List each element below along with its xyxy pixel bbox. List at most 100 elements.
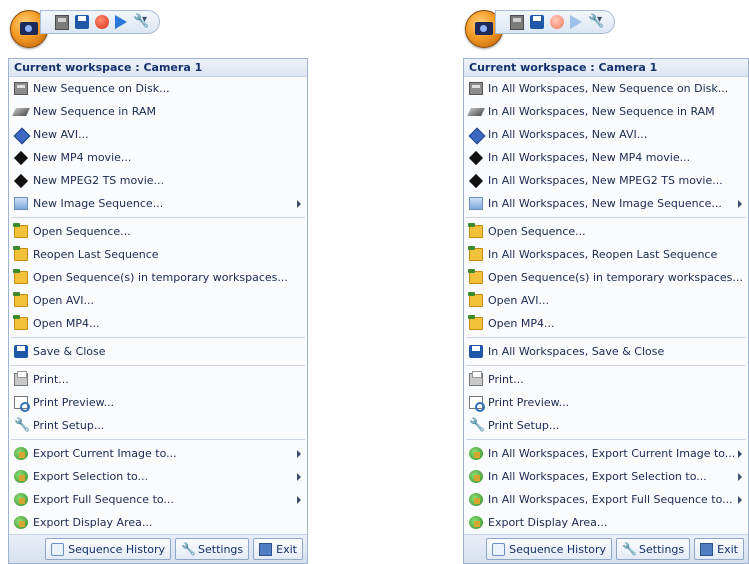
menu-item-new-mpeg2-ts-movie[interactable]: New MPEG2 TS movie... [9, 169, 307, 192]
customize-toolbar-dropdown-icon[interactable]: ▾ [597, 14, 602, 25]
export-icon [14, 516, 28, 529]
menu-item-open-mp4[interactable]: Open MP4... [9, 312, 307, 335]
menu-item-open-sequence[interactable]: Open Sequence... [9, 220, 307, 243]
disk-icon[interactable] [510, 14, 524, 30]
menu-item-new-mp4-movie[interactable]: New MP4 movie... [9, 146, 307, 169]
save-icon[interactable] [75, 15, 89, 29]
menu-item-new-image-sequence[interactable]: New Image Sequence... [9, 192, 307, 215]
menu-item-open-sequence-s-in-temporary-workspaces[interactable]: Open Sequence(s) in temporary workspaces… [464, 266, 748, 289]
menu-item-in-all-workspaces-export-selection-to[interactable]: In All Workspaces, Export Selection to..… [464, 465, 748, 488]
menu-item-label: In All Workspaces, Reopen Last Sequence [488, 248, 718, 261]
menu-item-print-preview[interactable]: Print Preview... [9, 391, 307, 414]
menu-item-in-all-workspaces-export-full-sequence-to[interactable]: In All Workspaces, Export Full Sequence … [464, 488, 748, 511]
menu-item-in-all-workspaces-new-mp4-movie[interactable]: In All Workspaces, New MP4 movie... [464, 146, 748, 169]
open-folder-icon [13, 223, 28, 238]
menu-item-print[interactable]: Print... [9, 368, 307, 391]
menu-item-export-display-area[interactable]: Export Display Area... [464, 511, 748, 534]
ram-icon [467, 108, 485, 116]
menu-item-label: Open MP4... [488, 317, 555, 330]
menu-item-open-avi[interactable]: Open AVI... [464, 289, 748, 312]
quick-access-toolbar: 🔧 ▾ [463, 2, 749, 58]
record-icon[interactable] [95, 15, 109, 29]
menu-header: Current workspace : Camera 1 [9, 59, 307, 77]
menu-item-in-all-workspaces-new-avi[interactable]: In All Workspaces, New AVI... [464, 123, 748, 146]
menu-item-label: Print... [33, 373, 69, 386]
menu-separator [466, 439, 746, 440]
menu-item-new-avi[interactable]: New AVI... [9, 123, 307, 146]
disk-icon [469, 82, 483, 95]
menu-item-in-all-workspaces-new-mpeg2-ts-movie[interactable]: In All Workspaces, New MPEG2 TS movie... [464, 169, 748, 192]
quick-access-toolbar: 🔧 ▾ [8, 2, 308, 58]
menu-header: Current workspace : Camera 1 [464, 59, 748, 77]
folder-icon [13, 269, 28, 284]
file-menu: Current workspace : Camera 1 New Sequenc… [8, 58, 308, 564]
menu-item-print-preview[interactable]: Print Preview... [464, 391, 748, 414]
ram-icon [12, 108, 30, 116]
menu-item-in-all-workspaces-save-close[interactable]: In All Workspaces, Save & Close [464, 340, 748, 363]
menu-item-open-avi[interactable]: Open AVI... [9, 289, 307, 312]
menu-item-print[interactable]: Print... [464, 368, 748, 391]
menu-item-label: Save & Close [33, 345, 106, 358]
menu-item-label: Print Preview... [33, 396, 115, 409]
sequence-history-button[interactable]: Sequence History [486, 538, 613, 560]
menu-item-new-sequence-on-disk[interactable]: New Sequence on Disk... [9, 77, 307, 100]
settings-button[interactable]: 🔧 Settings [616, 538, 691, 560]
print-setup-icon: 🔧 [14, 418, 31, 433]
record-icon[interactable] [550, 15, 564, 29]
menu-item-label: Reopen Last Sequence [33, 248, 159, 261]
menu-item-print-setup[interactable]: 🔧 Print Setup... [464, 414, 748, 437]
menu-item-label: New Sequence on Disk... [33, 82, 170, 95]
menu-item-export-display-area[interactable]: Export Display Area... [9, 511, 307, 534]
exit-button[interactable]: Exit [694, 538, 744, 560]
play-icon[interactable] [115, 15, 127, 29]
disk-icon[interactable] [55, 14, 69, 30]
menu-item-print-setup[interactable]: 🔧 Print Setup... [9, 414, 307, 437]
file-menu: Current workspace : Camera 1 In All Work… [463, 58, 749, 564]
menu-item-in-all-workspaces-new-sequence-on-disk[interactable]: In All Workspaces, New Sequence on Disk.… [464, 77, 748, 100]
exit-icon [700, 542, 714, 556]
menu-item-in-all-workspaces-reopen-last-sequence[interactable]: In All Workspaces, Reopen Last Sequence [464, 243, 748, 266]
wrench-icon: 🔧 [181, 541, 196, 556]
menu-separator [11, 337, 305, 338]
submenu-arrow-icon [297, 496, 301, 504]
menu-item-in-all-workspaces-export-current-image-to[interactable]: In All Workspaces, Export Current Image … [464, 442, 748, 465]
wrench-icon: 🔧 [622, 541, 637, 556]
menu-separator [11, 365, 305, 366]
disk-icon [14, 82, 28, 95]
menu-item-label: Open Sequence(s) in temporary workspaces… [488, 271, 743, 284]
menu-separator [466, 365, 746, 366]
menu-item-export-selection-to[interactable]: Export Selection to... [9, 465, 307, 488]
menu-item-open-mp4[interactable]: Open MP4... [464, 312, 748, 335]
menu-item-new-sequence-in-ram[interactable]: New Sequence in RAM [9, 100, 307, 123]
sequence-history-button[interactable]: Sequence History [45, 538, 172, 560]
customize-toolbar-dropdown-icon[interactable]: ▾ [142, 14, 147, 25]
menu-item-in-all-workspaces-new-image-sequence[interactable]: In All Workspaces, New Image Sequence... [464, 192, 748, 215]
open-folder-icon [468, 223, 483, 238]
menu-item-open-sequence-s-in-temporary-workspaces[interactable]: Open Sequence(s) in temporary workspaces… [9, 266, 307, 289]
menu-item-label: Print Setup... [488, 419, 560, 432]
menu-item-export-current-image-to[interactable]: Export Current Image to... [9, 442, 307, 465]
menu-item-label: New AVI... [33, 128, 89, 141]
menu-item-export-full-sequence-to[interactable]: Export Full Sequence to... [9, 488, 307, 511]
exit-button[interactable]: Exit [253, 538, 303, 560]
print-icon [14, 371, 28, 386]
submenu-arrow-icon [738, 496, 742, 504]
menu-item-label: Print... [488, 373, 524, 386]
open-folder-icon [13, 292, 28, 307]
menu-item-label: Export Display Area... [488, 516, 608, 529]
menu-item-save-close[interactable]: Save & Close [9, 340, 307, 363]
print-icon [469, 371, 483, 386]
submenu-arrow-icon [738, 473, 742, 481]
settings-button[interactable]: 🔧 Settings [175, 538, 250, 560]
play-icon[interactable] [570, 15, 582, 29]
submenu-arrow-icon [738, 450, 742, 458]
menu-item-label: Open AVI... [488, 294, 549, 307]
menu-separator [466, 337, 746, 338]
menu-item-open-sequence[interactable]: Open Sequence... [464, 220, 748, 243]
menu-item-in-all-workspaces-new-sequence-in-ram[interactable]: In All Workspaces, New Sequence in RAM [464, 100, 748, 123]
menu-item-label: In All Workspaces, Save & Close [488, 345, 665, 358]
menu-item-reopen-last-sequence[interactable]: Reopen Last Sequence [9, 243, 307, 266]
menu-item-label: Open Sequence... [33, 225, 131, 238]
save-icon[interactable] [530, 15, 544, 29]
export-icon [469, 516, 483, 529]
